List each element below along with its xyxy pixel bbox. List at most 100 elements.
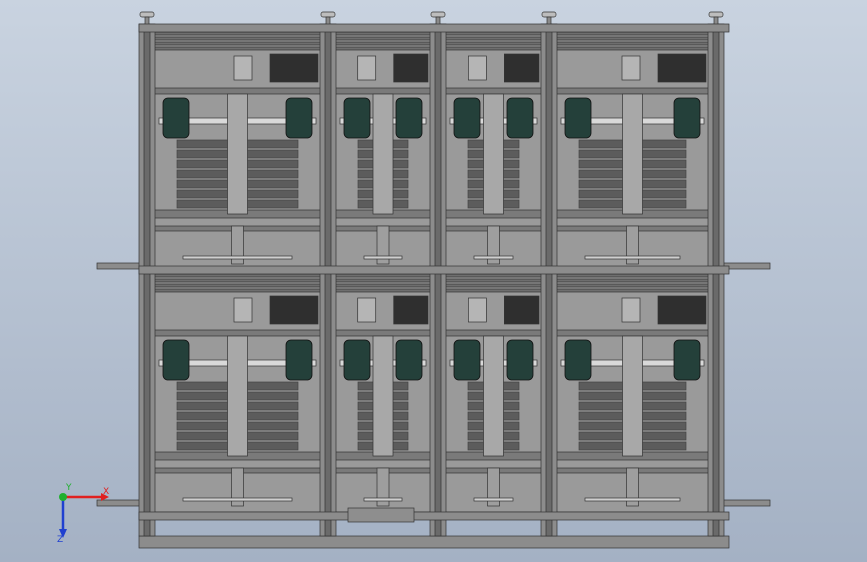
drive-wheel	[453, 97, 481, 139]
column-slot	[712, 23, 720, 537]
drive-wheel	[506, 97, 534, 139]
side-bracket-right-lower	[721, 499, 771, 507]
top-rail	[554, 278, 711, 283]
top-rail	[443, 278, 544, 283]
gearbox	[233, 55, 253, 81]
lower-guide-bar	[363, 255, 403, 260]
top-rail	[333, 273, 433, 278]
gearbox	[233, 297, 253, 323]
top-rail	[152, 278, 323, 283]
lower-guide-bar	[584, 255, 681, 260]
cad-viewport[interactable]: X Y Z	[0, 0, 867, 562]
leveling-foot	[139, 11, 155, 18]
top-rail	[152, 36, 323, 41]
z-axis-label: Z	[57, 535, 63, 545]
column-slot	[545, 23, 553, 537]
leveling-foot	[320, 11, 336, 18]
drive-motor	[504, 53, 540, 83]
middle-beam	[138, 265, 730, 275]
center-post	[227, 335, 248, 457]
top-rail	[554, 273, 711, 278]
column-slot	[324, 23, 332, 537]
lower-guide-bar	[182, 255, 293, 260]
top-rail	[333, 46, 433, 51]
center-post	[372, 93, 394, 215]
drive-motor	[269, 295, 319, 325]
drive-motor	[393, 53, 429, 83]
center-base-bracket	[347, 507, 415, 523]
top-rail	[333, 278, 433, 283]
top-rail	[333, 36, 433, 41]
top-rail	[152, 46, 323, 51]
top-rail	[152, 288, 323, 293]
center-post	[483, 93, 504, 215]
lower-guide-bar	[473, 497, 514, 502]
cross-beam	[333, 87, 433, 95]
drive-wheel	[564, 339, 592, 381]
cross-beam	[152, 329, 323, 337]
cross-beam	[152, 87, 323, 95]
lower-guide-bar	[584, 497, 681, 502]
top-rail	[333, 41, 433, 46]
cross-beam	[333, 329, 433, 337]
column-slot	[143, 23, 151, 537]
gearbox	[621, 55, 641, 81]
drive-wheel	[395, 339, 423, 381]
drive-wheel	[285, 97, 313, 139]
y-axis-label: Y	[65, 483, 72, 493]
gearbox	[468, 297, 487, 323]
drive-wheel	[343, 97, 371, 139]
gearbox	[621, 297, 641, 323]
top-rail	[152, 41, 323, 46]
leveling-foot	[541, 11, 557, 18]
top-rail	[443, 283, 544, 288]
top-rail	[443, 273, 544, 278]
drive-wheel	[395, 97, 423, 139]
cross-beam	[443, 329, 544, 337]
side-bracket-left-lower	[96, 499, 144, 507]
top-rail	[554, 46, 711, 51]
top-rail	[333, 283, 433, 288]
drive-wheel	[673, 339, 701, 381]
drive-wheel	[506, 339, 534, 381]
drive-wheel	[564, 97, 592, 139]
lower-guide-bar	[363, 497, 403, 502]
cross-beam	[554, 329, 711, 337]
drive-wheel	[285, 339, 313, 381]
gearbox	[357, 297, 377, 323]
lower-guide-bar	[182, 497, 293, 502]
drive-wheel	[673, 97, 701, 139]
top-rail	[443, 31, 544, 36]
leveling-foot	[430, 11, 446, 18]
coordinate-triad: X Y Z	[57, 483, 109, 545]
top-rail	[443, 41, 544, 46]
side-bracket-left-upper	[96, 262, 144, 270]
drive-motor	[657, 295, 707, 325]
gearbox	[357, 55, 377, 81]
top-rail	[554, 288, 711, 293]
top-rail	[443, 46, 544, 51]
top-rail	[152, 31, 323, 36]
top-rail	[333, 288, 433, 293]
lower-guide-bar	[473, 255, 514, 260]
center-post	[227, 93, 248, 215]
top-rail	[554, 36, 711, 41]
cross-beam	[443, 87, 544, 95]
drive-motor	[657, 53, 707, 83]
top-rail	[152, 283, 323, 288]
top-rail	[152, 273, 323, 278]
frame-assembly[interactable]	[96, 11, 771, 549]
drive-wheel	[343, 339, 371, 381]
base-plate	[138, 535, 730, 549]
top-rail	[333, 31, 433, 36]
drive-wheel	[162, 339, 190, 381]
center-post	[622, 335, 643, 457]
drive-wheel	[453, 339, 481, 381]
center-post	[372, 335, 394, 457]
top-rail	[554, 31, 711, 36]
center-post	[483, 335, 504, 457]
drive-motor	[504, 295, 540, 325]
top-rail	[554, 41, 711, 46]
x-axis-label: X	[103, 487, 109, 497]
leveling-foot	[708, 11, 724, 18]
